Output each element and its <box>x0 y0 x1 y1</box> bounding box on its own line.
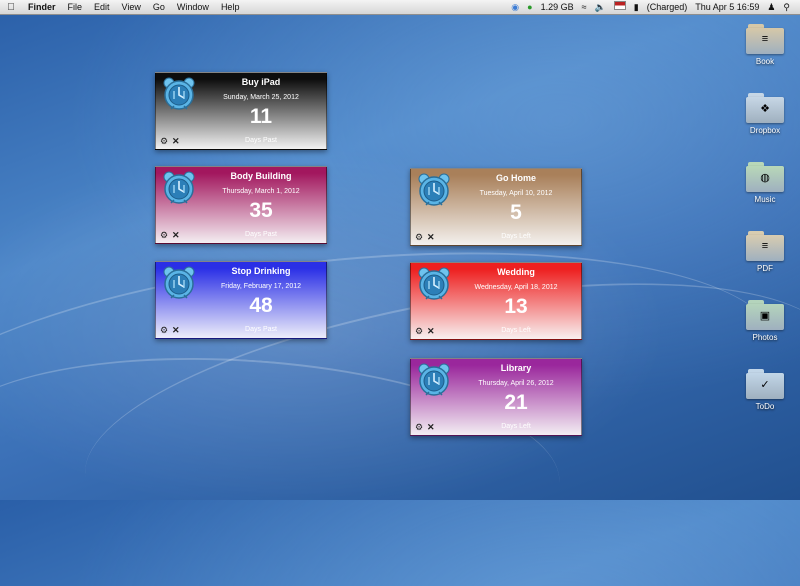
camera-icon: ▣ <box>746 300 784 330</box>
gear-icon[interactable]: ⚙ <box>415 326 423 337</box>
widget-count: 48 <box>249 294 273 317</box>
widget-title: Body Building <box>230 171 292 181</box>
battery-icon[interactable]: ▮ <box>630 0 643 14</box>
battery-status[interactable]: (Charged) <box>643 0 692 14</box>
widget-date: Sunday, March 25, 2012 <box>223 94 299 101</box>
dropbox-icon: ❖ <box>746 93 784 123</box>
widget-status: Days Past <box>245 231 277 238</box>
countdown-widget[interactable]: Wedding Wednesday, April 18, 2012 13 Day… <box>410 262 582 340</box>
alarm-clock-icon <box>161 170 197 206</box>
menu-window[interactable]: Window <box>171 0 215 14</box>
gear-icon[interactable]: ⚙ <box>160 230 168 241</box>
widget-status: Days Past <box>245 137 277 144</box>
widget-status: Days Left <box>501 423 531 430</box>
widget-count: 21 <box>504 391 528 414</box>
close-icon[interactable]: ✕ <box>172 136 180 147</box>
apple-logo-icon[interactable]:  <box>0 2 22 13</box>
widget-date: Tuesday, April 10, 2012 <box>479 190 553 197</box>
memory-readout[interactable]: 1.29 GB <box>537 0 578 14</box>
countdown-widget[interactable]: Buy iPad Sunday, March 25, 2012 11 Days … <box>155 72 327 150</box>
countdown-widget[interactable]: Body Building Thursday, March 1, 2012 35… <box>155 166 327 244</box>
widget-date: Thursday, March 1, 2012 <box>222 188 300 195</box>
close-icon[interactable]: ✕ <box>427 326 435 337</box>
checkmark-icon: ✓ <box>746 369 784 399</box>
desktop-folder-dropbox[interactable]: ❖ Dropbox <box>740 93 790 135</box>
close-icon[interactable]: ✕ <box>427 232 435 243</box>
widget-date: Thursday, April 26, 2012 <box>478 380 554 387</box>
sync-icon[interactable]: ◉ <box>507 0 523 14</box>
folder-label: Music <box>754 195 776 204</box>
gear-icon[interactable]: ⚙ <box>160 325 168 336</box>
desktop-folder-music[interactable]: ◍ Music <box>740 162 790 204</box>
gear-icon[interactable]: ⚙ <box>160 136 168 147</box>
close-icon[interactable]: ✕ <box>172 325 180 336</box>
book-icon: ≡ <box>746 24 784 54</box>
widget-status: Days Left <box>501 327 531 334</box>
widget-title: Stop Drinking <box>231 266 291 276</box>
folder-label: ToDo <box>755 402 775 411</box>
countdown-widget[interactable]: Go Home Tuesday, April 10, 2012 5 Days L… <box>410 168 582 246</box>
spotlight-search-icon[interactable]: ⚲ <box>779 0 794 14</box>
menu-finder[interactable]: Finder <box>22 0 62 14</box>
desktop-folder-book[interactable]: ≡ Book <box>740 24 790 66</box>
user-icon[interactable]: ♟ <box>763 0 779 14</box>
folder-label: PDF <box>757 264 773 273</box>
desktop-folder-pdf[interactable]: ≡ PDF <box>740 231 790 273</box>
alarm-clock-icon <box>416 172 452 208</box>
menu-help[interactable]: Help <box>215 0 246 14</box>
gear-icon[interactable]: ⚙ <box>415 232 423 243</box>
folder-label: Photos <box>752 333 778 342</box>
menu-edit[interactable]: Edit <box>88 0 116 14</box>
alarm-clock-icon <box>161 76 197 112</box>
widget-status: Days Past <box>245 326 277 333</box>
menu-file[interactable]: File <box>62 0 89 14</box>
widget-count: 5 <box>510 201 522 224</box>
flag-icon[interactable] <box>610 0 630 14</box>
pdf-icon: ≡ <box>746 231 784 261</box>
close-icon[interactable]: ✕ <box>172 230 180 241</box>
folder-label: Book <box>755 57 775 66</box>
menu-bar:  Finder File Edit View Go Window Help ◉… <box>0 0 800 15</box>
gear-icon[interactable]: ⚙ <box>415 422 423 433</box>
widget-count: 11 <box>249 105 273 128</box>
widget-count: 35 <box>249 199 273 222</box>
alarm-clock-icon <box>161 265 197 301</box>
desktop-folder-photos[interactable]: ▣ Photos <box>740 300 790 342</box>
status-dot-icon[interactable]: ● <box>523 0 536 14</box>
clock[interactable]: Thu Apr 5 16:59 <box>691 0 763 14</box>
menu-view[interactable]: View <box>116 0 147 14</box>
menu-go[interactable]: Go <box>147 0 171 14</box>
widget-title: Wedding <box>497 267 535 277</box>
widget-date: Friday, February 17, 2012 <box>220 283 302 290</box>
widget-count: 13 <box>504 295 528 318</box>
close-icon[interactable]: ✕ <box>427 422 435 433</box>
widget-title: Buy iPad <box>241 77 281 87</box>
widget-status: Days Left <box>501 233 531 240</box>
music-icon: ◍ <box>746 162 784 192</box>
alarm-clock-icon <box>416 266 452 302</box>
widget-title: Go Home <box>495 173 536 183</box>
widget-title: Library <box>500 363 532 373</box>
countdown-widget[interactable]: Library Thursday, April 26, 2012 21 Days… <box>410 358 582 436</box>
widget-date: Wednesday, April 18, 2012 <box>474 284 558 291</box>
volume-icon[interactable]: 🔈 <box>591 0 610 14</box>
folder-label: Dropbox <box>749 126 781 135</box>
wifi-icon[interactable]: ≈ <box>578 0 591 14</box>
alarm-clock-icon <box>416 362 452 398</box>
desktop-folder-todo[interactable]: ✓ ToDo <box>740 369 790 411</box>
countdown-widget[interactable]: Stop Drinking Friday, February 17, 2012 … <box>155 261 327 339</box>
